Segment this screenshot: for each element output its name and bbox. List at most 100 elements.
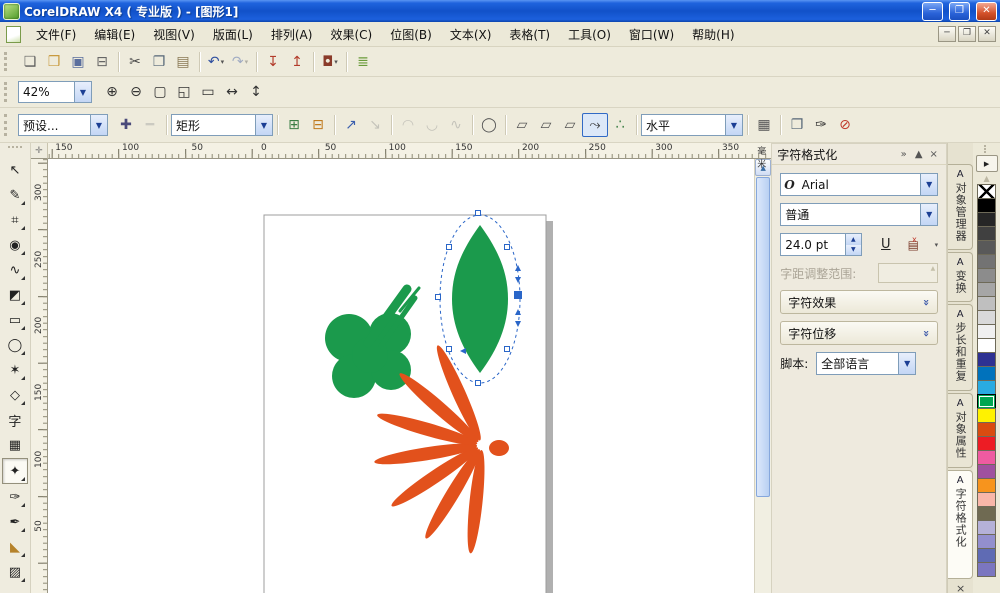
menu-item-11[interactable]: 帮助(H) bbox=[683, 23, 743, 46]
chevron-down-icon[interactable]: ▼ bbox=[255, 115, 272, 135]
interactive-distortion-tool[interactable]: ✦ bbox=[1, 458, 28, 484]
table-tool[interactable]: ▦ bbox=[3, 433, 27, 457]
open-button[interactable]: ❒ bbox=[42, 51, 66, 73]
double-chevron-down-icon[interactable]: » bbox=[920, 298, 933, 305]
color-swatch[interactable] bbox=[977, 548, 997, 563]
horizontal-ruler[interactable]: 150 100 50 0 50 100 150 200 250 300 350 毫米 bbox=[47, 143, 772, 170]
freehand-tool[interactable]: ∿ bbox=[3, 258, 27, 282]
zoom-in-button[interactable]: ⊕ bbox=[100, 81, 124, 103]
color-swatch[interactable] bbox=[977, 394, 997, 409]
minimize-button[interactable]: ─ bbox=[922, 1, 943, 21]
curve-wave-button[interactable]: ∿ bbox=[444, 114, 468, 136]
add-preset-button[interactable]: ✚ bbox=[114, 114, 138, 136]
copy-properties-button[interactable]: ❐ bbox=[785, 114, 809, 136]
color-swatch[interactable] bbox=[977, 562, 997, 577]
docker-tab-1[interactable]: A 变换 bbox=[948, 251, 974, 303]
starburst-center-dot[interactable] bbox=[488, 440, 509, 456]
color-swatch[interactable] bbox=[977, 408, 997, 423]
kerning-input[interactable]: ▲ bbox=[878, 263, 939, 283]
chevron-down-icon[interactable]: ▾ bbox=[334, 58, 338, 66]
envelope-straight-button[interactable]: ▱ bbox=[510, 114, 534, 136]
zoom-level-combo[interactable]: 42% ▼ bbox=[18, 81, 92, 103]
toolbar-grip[interactable] bbox=[4, 52, 14, 71]
polygon-tool[interactable]: ✶ bbox=[3, 358, 27, 382]
menu-item-1[interactable]: 编辑(E) bbox=[85, 23, 144, 46]
color-swatch[interactable] bbox=[977, 450, 997, 465]
envelope-single-arc-button[interactable]: ▱ bbox=[534, 114, 558, 136]
direction-combo[interactable]: 水平 ▼ bbox=[641, 114, 743, 136]
curve-arc-button[interactable]: ◠ bbox=[396, 114, 420, 136]
new-document-button[interactable]: ❏ bbox=[18, 51, 42, 73]
eyedropper-tool[interactable]: ✑ bbox=[3, 485, 27, 509]
chevron-down-icon[interactable]: ▾ bbox=[221, 58, 225, 66]
character-effects-button[interactable]: ▤ x bbox=[904, 235, 928, 255]
double-chevron-down-icon[interactable]: » bbox=[920, 329, 933, 336]
zoom-page-height-button[interactable]: ↕ bbox=[244, 81, 268, 103]
menu-item-9[interactable]: 工具(O) bbox=[559, 23, 620, 46]
menu-item-3[interactable]: 版面(L) bbox=[204, 23, 262, 46]
shape-combo[interactable]: 矩形 ▼ bbox=[171, 114, 273, 136]
color-swatch[interactable] bbox=[977, 464, 997, 479]
script-combo[interactable]: 全部语言 ▼ bbox=[816, 352, 917, 375]
fill-tool[interactable]: ◣ bbox=[3, 535, 27, 559]
mdi-minimize-button[interactable]: ─ bbox=[938, 26, 956, 42]
chevron-down-icon[interactable]: ▼ bbox=[90, 115, 107, 135]
options-button[interactable]: ≣ bbox=[351, 51, 375, 73]
spin-up-icon[interactable]: ▲ bbox=[845, 234, 861, 245]
character-effects-section[interactable]: 字符效果 » bbox=[780, 290, 939, 314]
ruler-origin-icon[interactable]: ✛ bbox=[30, 143, 48, 159]
color-swatch[interactable] bbox=[977, 226, 997, 241]
chevron-down-icon[interactable]: ▼ bbox=[74, 82, 91, 102]
menu-item-5[interactable]: 效果(C) bbox=[321, 23, 381, 46]
rectangle-tool[interactable]: ▭ bbox=[3, 308, 27, 332]
outline-tool[interactable]: ✒ bbox=[3, 510, 27, 534]
palette-flyout-icon[interactable]: ▶ bbox=[975, 155, 998, 172]
canvas-viewport[interactable] bbox=[47, 159, 755, 593]
menu-item-6[interactable]: 位图(B) bbox=[381, 23, 441, 46]
character-shift-section[interactable]: 字符位移 » bbox=[780, 321, 939, 345]
pick-tool[interactable]: ↖ bbox=[3, 158, 27, 182]
spin-down-icon[interactable]: ▼ bbox=[845, 244, 861, 255]
chevron-down-icon[interactable]: ▾ bbox=[935, 241, 939, 249]
color-swatch[interactable] bbox=[977, 478, 997, 493]
color-swatch[interactable] bbox=[977, 338, 997, 353]
zoom-all-objects-button[interactable]: ◱ bbox=[172, 81, 196, 103]
color-swatch[interactable] bbox=[977, 492, 997, 507]
font-style-combo[interactable]: 普通 ▼ bbox=[780, 203, 939, 226]
toolbar-grip[interactable] bbox=[4, 82, 14, 102]
color-swatch[interactable] bbox=[977, 436, 997, 451]
maximize-button[interactable]: ❐ bbox=[949, 1, 970, 21]
redo-button[interactable]: ↷ ▾ bbox=[228, 51, 252, 73]
chevron-down-icon[interactable]: ▼ bbox=[725, 115, 742, 135]
zoom-selected-button[interactable]: ▢ bbox=[148, 81, 172, 103]
interactive-fill-tool[interactable]: ▨ bbox=[3, 560, 27, 584]
basic-shapes-tool[interactable]: ◇ bbox=[3, 383, 27, 407]
double-chevron-icon[interactable]: » bbox=[896, 149, 911, 160]
circle-handles-button[interactable]: ◯ bbox=[477, 114, 501, 136]
color-swatch[interactable] bbox=[977, 366, 997, 381]
color-swatch[interactable] bbox=[977, 296, 997, 311]
font-family-combo[interactable]: O Arial ▼ bbox=[780, 173, 939, 196]
zoom-out-button[interactable]: ⊖ bbox=[124, 81, 148, 103]
drawing-canvas[interactable] bbox=[48, 159, 754, 593]
menu-item-2[interactable]: 视图(V) bbox=[144, 23, 204, 46]
ellipse-tool[interactable]: ◯ bbox=[3, 333, 27, 357]
export-button[interactable]: ↥ bbox=[285, 51, 309, 73]
color-swatch[interactable] bbox=[977, 352, 997, 367]
mdi-restore-button[interactable]: ❐ bbox=[958, 26, 976, 42]
close-button[interactable]: ✕ bbox=[976, 1, 997, 21]
break-nodes-button[interactable]: ↘ bbox=[363, 114, 387, 136]
text-tool[interactable]: 字 bbox=[3, 408, 27, 432]
chevron-down-icon[interactable]: ▼ bbox=[920, 204, 938, 225]
chevron-down-icon[interactable]: ▼ bbox=[920, 174, 938, 195]
color-swatch[interactable] bbox=[977, 534, 997, 549]
palette-grip[interactable] bbox=[983, 145, 990, 153]
paste-button[interactable]: ▤ bbox=[171, 51, 195, 73]
eyedropper-pick-button[interactable]: ✑ bbox=[809, 114, 833, 136]
vertical-scrollbar[interactable]: ▲ bbox=[754, 159, 772, 593]
zoom-tool[interactable]: ◉ bbox=[3, 233, 27, 257]
scrollbar-track[interactable] bbox=[755, 498, 771, 593]
preset-combo[interactable]: 预设... ▼ bbox=[18, 114, 108, 136]
shape-tool[interactable]: ✎ bbox=[3, 183, 27, 207]
app-launcher-button[interactable]: ◘ ▾ bbox=[318, 51, 342, 73]
